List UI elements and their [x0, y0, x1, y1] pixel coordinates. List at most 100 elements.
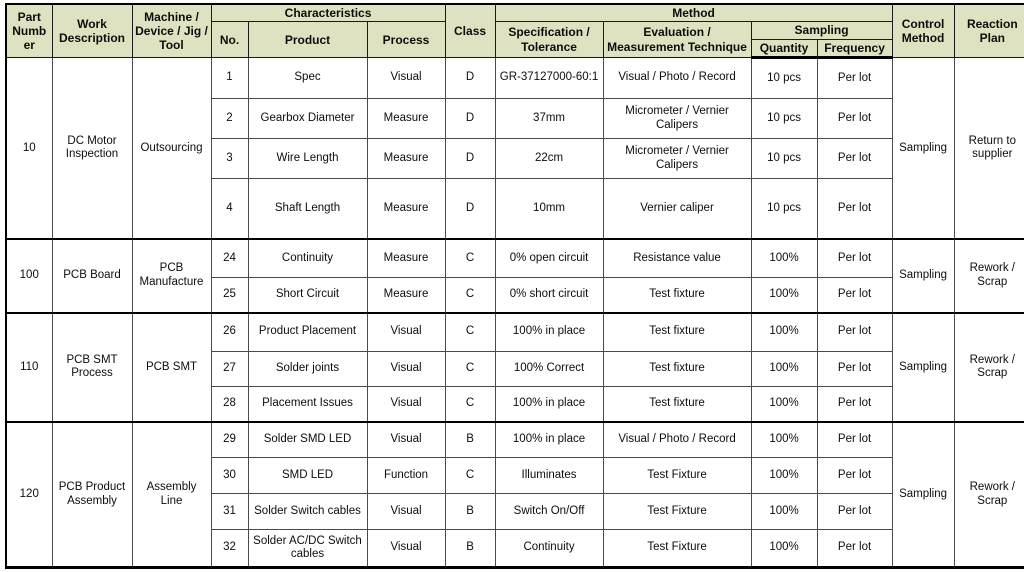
cell-specification: 0% short circuit — [494, 276, 604, 314]
cell-product: SMD LED — [247, 457, 368, 494]
cell-no: 28 — [210, 386, 249, 423]
cell-process: Function — [366, 457, 446, 494]
cell-product: Solder AC/DC Switch cables — [247, 529, 368, 568]
cell-frequency: Per lot — [816, 350, 893, 388]
cell-quantity: 10 pcs — [750, 57, 818, 100]
cell-work-description: PCB Board — [51, 238, 133, 314]
cell-process: Measure — [366, 177, 446, 240]
cell-process: Visual — [366, 311, 446, 352]
cell-class: D — [444, 138, 496, 179]
cell-specification: 10mm — [494, 177, 604, 240]
cell-evaluation: Test fixture — [602, 386, 752, 423]
cell-evaluation: Test Fixture — [602, 492, 752, 531]
cell-class: C — [444, 311, 496, 352]
cell-part-number: 100 — [5, 238, 53, 314]
cell-no: 3 — [210, 138, 249, 179]
cell-no: 4 — [210, 177, 249, 240]
cell-process: Measure — [366, 276, 446, 314]
cell-reaction-plan: Rework / Scrap — [953, 421, 1024, 569]
header-process: Process — [366, 21, 446, 59]
cell-product: Spec — [247, 57, 368, 100]
header-no: No. — [210, 21, 249, 59]
header-machine-device-jig-tool: Machine / Device / Jig / Tool — [131, 3, 212, 59]
cell-control-method: Sampling — [891, 238, 955, 314]
cell-frequency: Per lot — [816, 238, 893, 278]
table-header: Part Number Work Description Machine / D… — [5, 3, 1024, 60]
control-plan-table: Part Number Work Description Machine / D… — [5, 3, 1024, 569]
cell-specification: 100% in place — [494, 386, 604, 423]
cell-frequency: Per lot — [816, 177, 893, 240]
cell-no: 25 — [210, 276, 249, 314]
cell-product: Short Circuit — [247, 276, 368, 314]
cell-part-number: 10 — [5, 57, 53, 240]
cell-evaluation: Test fixture — [602, 311, 752, 352]
cell-machine: Assembly Line — [131, 421, 212, 569]
cell-frequency: Per lot — [816, 57, 893, 100]
cell-product: Solder joints — [247, 350, 368, 388]
header-sampling-frequency: Frequency — [816, 38, 893, 60]
cell-frequency: Per lot — [816, 98, 893, 140]
cell-work-description: DC Motor Inspection — [51, 57, 133, 240]
cell-machine: PCB Manufacture — [131, 238, 212, 314]
cell-class: B — [444, 421, 496, 459]
cell-no: 1 — [210, 57, 249, 100]
cell-quantity: 100% — [750, 386, 818, 423]
cell-part-number: 110 — [5, 311, 53, 423]
cell-product: Wire Length — [247, 138, 368, 179]
cell-evaluation: Test fixture — [602, 350, 752, 388]
cell-evaluation: Test Fixture — [602, 457, 752, 494]
cell-no: 27 — [210, 350, 249, 388]
cell-process: Visual — [366, 57, 446, 100]
cell-quantity: 10 pcs — [750, 138, 818, 179]
cell-no: 24 — [210, 238, 249, 278]
cell-no: 2 — [210, 98, 249, 140]
cell-no: 29 — [210, 421, 249, 459]
cell-class: C — [444, 386, 496, 423]
cell-evaluation: Micrometer / Vernier Calipers — [602, 98, 752, 140]
cell-specification: 100% in place — [494, 311, 604, 352]
control-plan-document: Part Number Work Description Machine / D… — [0, 0, 1024, 572]
cell-product: Gearbox Diameter — [247, 98, 368, 140]
cell-quantity: 100% — [750, 311, 818, 352]
cell-process: Visual — [366, 350, 446, 388]
cell-specification: Illuminates — [494, 457, 604, 494]
cell-frequency: Per lot — [816, 276, 893, 314]
cell-process: Visual — [366, 492, 446, 531]
cell-class: C — [444, 238, 496, 278]
cell-class: D — [444, 177, 496, 240]
cell-quantity: 100% — [750, 238, 818, 278]
cell-control-method: Sampling — [891, 57, 955, 240]
cell-product: Product Placement — [247, 311, 368, 352]
cell-process: Visual — [366, 421, 446, 459]
cell-frequency: Per lot — [816, 386, 893, 423]
cell-specification: Switch On/Off — [494, 492, 604, 531]
cell-product: Solder SMD LED — [247, 421, 368, 459]
cell-specification: 22cm — [494, 138, 604, 179]
cell-class: C — [444, 350, 496, 388]
header-reaction-plan: Reaction Plan — [953, 3, 1024, 59]
cell-quantity: 100% — [750, 350, 818, 388]
cell-class: C — [444, 457, 496, 494]
header-part-number: Part Number — [5, 3, 53, 59]
cell-control-method: Sampling — [891, 421, 955, 569]
cell-evaluation: Micrometer / Vernier Calipers — [602, 138, 752, 179]
cell-machine: Outsourcing — [131, 57, 212, 240]
cell-frequency: Per lot — [816, 529, 893, 568]
cell-process: Visual — [366, 529, 446, 568]
cell-product: Placement Issues — [247, 386, 368, 423]
header-class: Class — [444, 3, 496, 59]
cell-quantity: 10 pcs — [750, 98, 818, 140]
header-sampling: Sampling — [750, 21, 893, 40]
table-row: 100 PCB Board PCB Manufacture 24 Continuity M… — [5, 238, 1024, 314]
cell-quantity: 100% — [750, 457, 818, 494]
cell-reaction-plan: Rework / Scrap — [953, 311, 1024, 423]
cell-specification: Continuity — [494, 529, 604, 568]
cell-process: Measure — [366, 98, 446, 140]
cell-no: 30 — [210, 457, 249, 494]
cell-control-method: Sampling — [891, 311, 955, 423]
cell-specification: 100% Correct — [494, 350, 604, 388]
cell-quantity: 100% — [750, 529, 818, 568]
cell-quantity: 100% — [750, 276, 818, 314]
table-body: 10 DC Motor Inspection Outsourcing 1 Spec Vis… — [5, 57, 1024, 569]
cell-class: B — [444, 529, 496, 568]
